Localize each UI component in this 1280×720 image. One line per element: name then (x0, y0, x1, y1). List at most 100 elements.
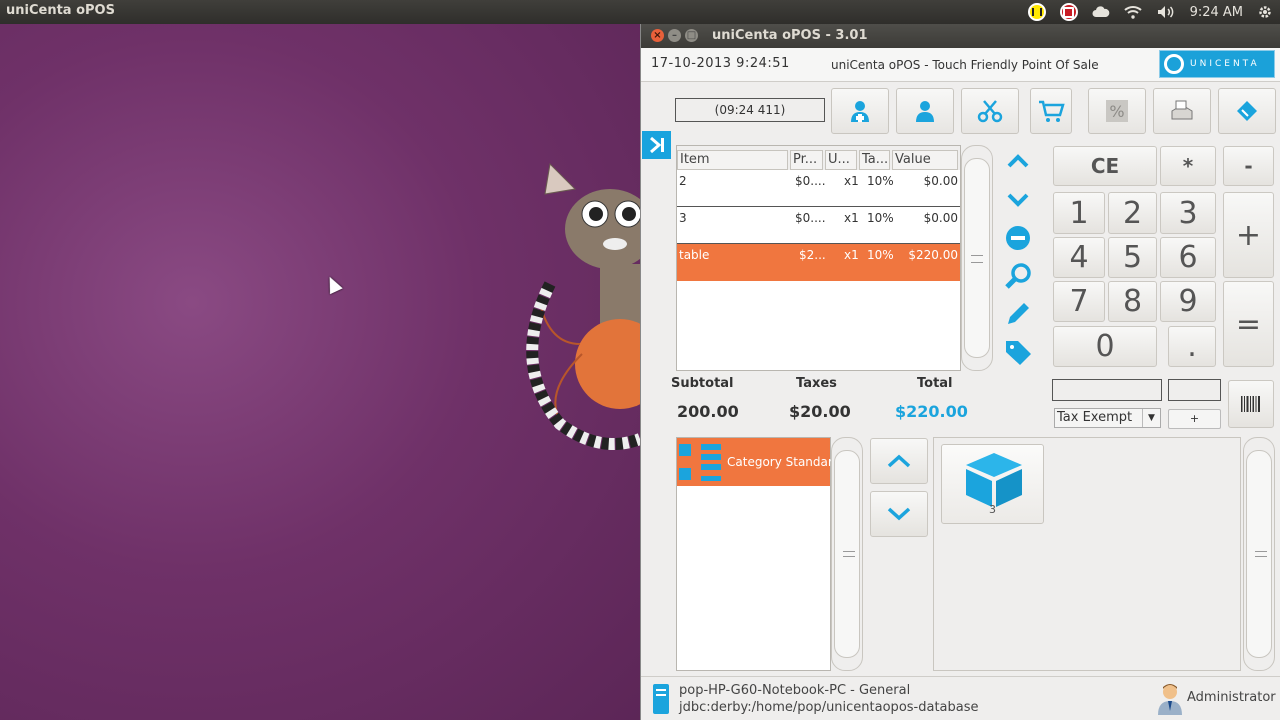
percent-icon: % (1106, 100, 1128, 122)
key-5[interactable]: 5 (1108, 237, 1157, 278)
key-9[interactable]: 9 (1160, 281, 1216, 322)
split-ticket-button[interactable] (961, 88, 1019, 134)
line-down-button[interactable] (1000, 182, 1036, 216)
row-units: x1 (844, 211, 859, 225)
pause-recording-icon[interactable] (1027, 0, 1046, 24)
product-label: 3 (989, 503, 996, 516)
key-4[interactable]: 4 (1053, 237, 1105, 278)
customer-button[interactable] (896, 88, 954, 134)
edit-line-button[interactable] (1000, 297, 1036, 331)
total-label: Total (917, 376, 953, 391)
add-tax-button[interactable]: + (1168, 409, 1221, 429)
barcode-button[interactable] (1228, 380, 1274, 428)
ticket-id-field: (09:24 411) (675, 98, 825, 122)
wifi-icon[interactable] (1123, 0, 1142, 24)
cart-button[interactable] (1030, 88, 1072, 134)
logo-text: UNICENTA (1190, 59, 1260, 69)
total-value: $220.00 (895, 402, 968, 421)
column-header-price[interactable]: Pr... (790, 150, 823, 170)
clock[interactable]: 9:24 AM (1190, 0, 1243, 24)
database-url: jdbc:derby:/home/pop/unicentaopos-databa… (679, 700, 979, 715)
category-scroll-down-button[interactable] (870, 491, 928, 537)
key-0[interactable]: 0 (1053, 326, 1157, 367)
category-scrollbar[interactable] (831, 437, 863, 671)
category-list: Category Standard (676, 437, 840, 671)
key-dot[interactable]: . (1168, 326, 1216, 367)
window-titlebar[interactable]: × – □ uniCenta oPOS - 3.01 (641, 24, 1280, 48)
logged-in-user[interactable]: Administrator (1187, 690, 1276, 705)
host-info: pop-HP-G60-Notebook-PC - General (679, 683, 911, 698)
desktop-wallpaper (0, 24, 640, 720)
eraser-icon (1237, 101, 1257, 121)
sidebar-toggle-button[interactable] (642, 131, 671, 159)
product-scrollbar[interactable] (1243, 437, 1275, 671)
settings-gear-icon[interactable] (1257, 0, 1273, 24)
minus-circle-icon (1006, 226, 1030, 250)
row-item: 3 (679, 211, 687, 225)
window-title: uniCenta oPOS - 3.01 (712, 28, 868, 43)
price-input[interactable] (1168, 379, 1221, 401)
key-3[interactable]: 3 (1160, 192, 1216, 234)
category-scroll-up-button[interactable] (870, 438, 928, 484)
key-6[interactable]: 6 (1160, 237, 1216, 278)
row-units: x1 (844, 248, 859, 262)
pos-window: × – □ uniCenta oPOS - 3.01 17-10-2013 9:… (640, 24, 1280, 720)
key-multiply[interactable]: * (1160, 146, 1216, 186)
key-minus[interactable]: - (1223, 146, 1274, 186)
row-tax: 10% (867, 248, 894, 262)
row-tax: 10% (867, 211, 894, 225)
volume-icon[interactable] (1156, 0, 1176, 24)
column-header-tax[interactable]: Ta... (859, 150, 890, 170)
line-up-button[interactable] (1000, 145, 1036, 179)
header-tagline: uniCenta oPOS - Touch Friendly Point Of … (831, 58, 1099, 72)
discount-button[interactable]: % (1088, 88, 1146, 134)
cloud-icon[interactable] (1092, 0, 1110, 24)
product-scroll-thumb[interactable] (1246, 450, 1272, 658)
key-plus[interactable]: + (1223, 192, 1274, 278)
print-button[interactable] (1153, 88, 1211, 134)
new-customer-button[interactable] (831, 88, 889, 134)
unicenta-logo: UNICENTA (1159, 50, 1275, 78)
key-7[interactable]: 7 (1053, 281, 1105, 322)
svg-text:%: % (1109, 102, 1124, 121)
key-8[interactable]: 8 (1108, 281, 1157, 322)
row-item: table (679, 248, 710, 262)
key-2[interactable]: 2 (1108, 192, 1157, 234)
row-value: $0.00 (923, 174, 958, 188)
server-icon (653, 684, 669, 714)
price-tag-button[interactable] (1000, 335, 1036, 369)
product-button[interactable]: 3 (941, 444, 1044, 524)
pencil-icon (1008, 303, 1029, 324)
subtotal-label: Subtotal (671, 376, 734, 391)
key-equals[interactable]: = (1223, 281, 1274, 367)
row-tax: 10% (867, 174, 894, 188)
quantity-input[interactable] (1052, 379, 1162, 401)
ticket-scrollbar[interactable] (961, 145, 993, 371)
minimize-window-button[interactable]: – (668, 29, 681, 42)
ticket-row[interactable]: 2 $0.... x1 10% $0.00 (677, 170, 960, 207)
maximize-window-button[interactable]: □ (685, 29, 698, 42)
tax-category-select[interactable]: Tax Exempt ▼ (1054, 408, 1161, 428)
category-scroll-thumb[interactable] (834, 450, 860, 658)
column-header-item[interactable]: Item (677, 150, 788, 170)
printer-icon (1171, 100, 1193, 120)
category-item[interactable]: Category Standard (677, 438, 840, 486)
key-ce[interactable]: CE (1053, 146, 1157, 186)
key-1[interactable]: 1 (1053, 192, 1105, 234)
stop-recording-icon[interactable] (1059, 0, 1078, 24)
ticket-row[interactable]: 3 $0.... x1 10% $0.00 (677, 207, 960, 244)
column-header-units[interactable]: U... (825, 150, 857, 170)
remove-line-button[interactable] (1000, 221, 1036, 255)
close-window-button[interactable]: × (651, 29, 664, 42)
user-avatar-icon (1158, 684, 1182, 715)
ticket-row-selected[interactable]: table $2... x1 10% $220.00 (677, 244, 960, 281)
cart-icon (1039, 100, 1065, 122)
search-product-button[interactable] (1000, 259, 1036, 293)
top-panel: uniCenta oPOS 9:24 AM (0, 0, 1280, 24)
row-price: $0.... (795, 211, 826, 225)
erase-button[interactable] (1218, 88, 1276, 134)
ticket-scroll-thumb[interactable] (964, 158, 990, 358)
column-header-value[interactable]: Value (892, 150, 958, 170)
search-icon (1005, 263, 1031, 289)
chevron-up-icon (1007, 154, 1029, 168)
